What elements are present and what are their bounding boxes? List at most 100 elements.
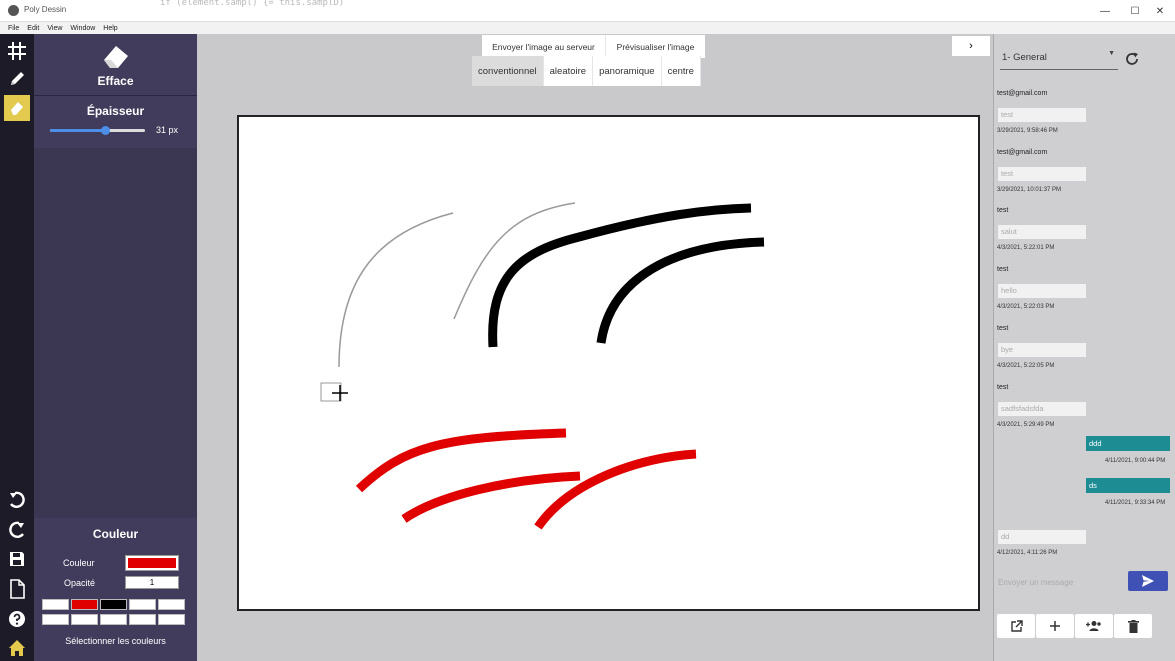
title-bar: Poly Dessin if (element.sampl) {= this.s… <box>0 0 1175 22</box>
message-author: test@gmail.com <box>997 90 1048 97</box>
message-bubble: bye <box>998 342 1086 357</box>
palette-swatch[interactable] <box>71 599 98 610</box>
close-button[interactable]: ✕ <box>1145 2 1175 20</box>
menu-view[interactable]: View <box>47 25 62 32</box>
eraser-button[interactable] <box>4 95 30 121</box>
own-message-timestamp: 4/11/2021, 9:00:44 PM <box>1105 458 1166 464</box>
home-button[interactable] <box>4 635 30 661</box>
mode-centre[interactable]: centre <box>662 56 701 86</box>
plus-icon <box>1050 621 1060 631</box>
color-title: Couleur <box>92 527 139 541</box>
open-external-icon <box>1010 619 1023 632</box>
drawing-surface <box>320 202 765 530</box>
message-timestamp: 4/12/2021, 4:11:26 PM <box>997 550 1058 556</box>
crosshair-cursor-icon <box>332 385 348 401</box>
message-author: test <box>997 207 1009 215</box>
message-timestamp: 4/3/2021, 5:29:49 PM <box>997 421 1055 428</box>
thickness-slider-thumb[interactable] <box>101 126 111 135</box>
preview-image-button[interactable]: Prévisualiser l'image <box>605 35 705 58</box>
menu-help[interactable]: Help <box>103 25 117 32</box>
save-icon <box>10 552 24 566</box>
palette-swatch[interactable] <box>129 614 156 625</box>
message-bubble: test <box>998 108 1086 122</box>
message-timestamp: 4/3/2021, 5:22:05 PM <box>997 362 1055 369</box>
message-timestamp: 4/3/2021, 5:22:01 PM <box>997 245 1055 252</box>
new-file-button[interactable] <box>4 576 30 602</box>
menu-file[interactable]: File <box>8 25 19 32</box>
palette-swatch[interactable] <box>42 614 69 625</box>
gray-stroke-2 <box>453 202 576 320</box>
eraser-icon <box>104 46 128 68</box>
redo-button[interactable] <box>4 517 30 543</box>
grid-icon <box>8 42 26 60</box>
redo-icon <box>9 521 24 538</box>
mode-panoramique[interactable]: panoramique <box>593 56 662 86</box>
message-bubble: sadfsfadsfda <box>998 401 1086 416</box>
menu-edit[interactable]: Edit <box>27 25 39 32</box>
trash-icon <box>1127 619 1139 633</box>
grid-button[interactable] <box>4 38 30 64</box>
save-button[interactable] <box>4 546 30 572</box>
add-channel-button[interactable] <box>1036 614 1074 638</box>
message-author: test@gmail.com <box>997 148 1048 156</box>
message-bubble: test <box>998 166 1086 181</box>
minimize-button[interactable]: — <box>1090 2 1120 20</box>
palette-swatch[interactable] <box>100 599 127 610</box>
own-message-timestamp: 4/11/2021, 9:33:34 PM <box>1105 500 1166 506</box>
mode-selector: conventionnel aleatoire panoramique cent… <box>472 56 701 86</box>
palette-swatch[interactable] <box>129 599 156 610</box>
tool-panel: Efface Épaisseur 31 px Couleur Couleur O… <box>34 34 197 661</box>
new-file-icon <box>10 579 25 599</box>
palette-swatch[interactable] <box>42 599 69 610</box>
current-color-picker[interactable] <box>125 555 179 571</box>
chat-panel: 1- General ▼ test@gmail.com test 3/29/2021… <box>993 34 1175 661</box>
chevron-down-icon: ▼ <box>1108 50 1115 57</box>
tool-header: Efface <box>34 34 197 96</box>
opacity-input[interactable]: 1 <box>125 576 179 589</box>
home-icon <box>9 640 25 656</box>
delete-channel-button[interactable] <box>1114 614 1152 638</box>
send-button[interactable] <box>1128 571 1168 591</box>
message-bubble: salut <box>998 225 1086 240</box>
open-external-button[interactable] <box>997 614 1035 638</box>
gray-stroke-1 <box>338 212 454 368</box>
palette-swatch[interactable] <box>158 599 185 610</box>
channel-select[interactable]: 1- General ▼ <box>1000 42 1118 70</box>
mode-conventionnel[interactable]: conventionnel <box>472 56 544 86</box>
message-timestamp: 3/29/2021, 10:01:37 PM <box>997 186 1062 193</box>
collapse-chat-button[interactable]: › <box>952 36 990 56</box>
chevron-right-icon: › <box>969 40 973 52</box>
thickness-slider[interactable] <box>50 126 145 135</box>
current-color-swatch <box>128 558 176 568</box>
drawing-canvas[interactable] <box>237 115 980 611</box>
palette-swatch[interactable] <box>158 614 185 625</box>
mode-aleatoire[interactable]: aleatoire <box>544 56 594 86</box>
message-bubble: dd <box>998 530 1086 544</box>
join-channel-button[interactable] <box>1075 614 1113 638</box>
pencil-icon <box>11 72 24 85</box>
select-colors-button[interactable]: Sélectionner les couleurs <box>34 636 197 646</box>
send-image-button[interactable]: Envoyer l'image au serveur <box>482 35 605 58</box>
undo-button[interactable] <box>4 487 30 513</box>
own-message-bubble: ds <box>1086 478 1170 493</box>
opacity-label: Opacité <box>64 578 96 588</box>
undo-icon <box>10 491 25 508</box>
pencil-button[interactable] <box>4 66 30 92</box>
send-icon <box>1142 575 1154 587</box>
menu-bar: File Edit View Window Help <box>0 22 1175 34</box>
message-author: test <box>997 324 1009 332</box>
eraser-icon <box>11 102 23 115</box>
eraser-cursor-box <box>320 382 342 402</box>
menu-window[interactable]: Window <box>70 25 95 32</box>
workspace: Envoyer l'image au serveur Prévisualiser… <box>197 34 993 661</box>
help-icon <box>9 611 25 627</box>
palette-swatch[interactable] <box>100 614 127 625</box>
color-label: Couleur <box>63 558 95 568</box>
background-code-text: if (element.sampl) {= this.samplD) <box>160 0 345 8</box>
help-button[interactable] <box>4 606 30 632</box>
thickness-value: 31 px <box>156 125 179 135</box>
palette-swatch[interactable] <box>71 614 98 625</box>
message-input[interactable]: Envoyer un message <box>998 574 1123 592</box>
tool-rail <box>0 34 34 661</box>
refresh-icon[interactable] <box>1124 51 1140 67</box>
